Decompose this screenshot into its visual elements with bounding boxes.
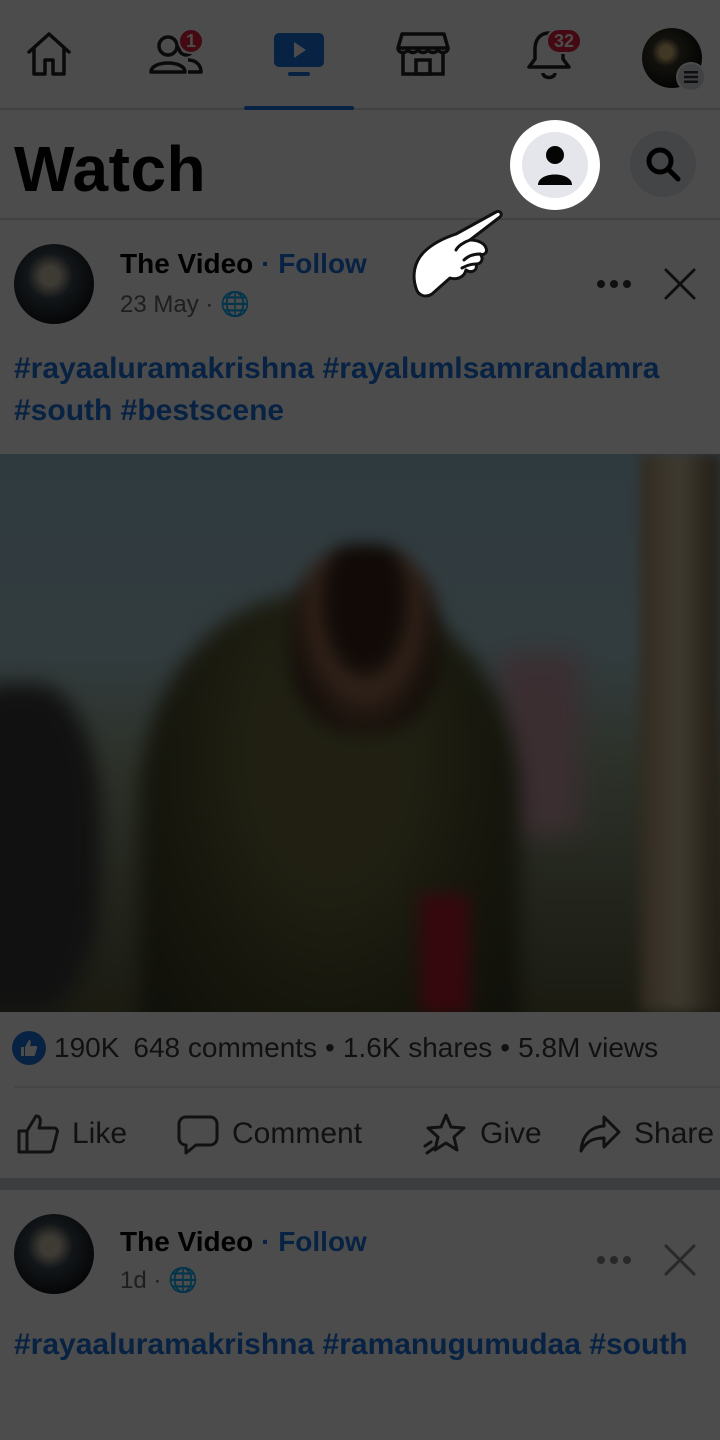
star-gift-icon [423,1113,466,1155]
close-icon [664,268,696,300]
watch-screen: 1 32 Watch The Video · Follow 23 May · 🌐… [0,0,720,1440]
close-icon [664,1244,696,1276]
author-name[interactable]: The Video [120,248,253,279]
author-line-2: The Video · Follow [120,1226,367,1258]
tab-marketplace[interactable] [368,0,478,108]
more-dots-icon [597,280,631,288]
menu-icon [676,62,706,92]
hide-post-button-2[interactable] [658,1238,702,1282]
search-button[interactable] [630,131,696,197]
share-button[interactable]: Share [578,1090,714,1178]
share-arrow-icon [579,1115,621,1153]
tab-notifications[interactable]: 32 [494,0,604,108]
like-reaction-icon [12,1031,46,1065]
post-options-button[interactable] [590,264,638,304]
person-icon [538,146,572,185]
post-options-button-2[interactable] [590,1240,638,1280]
tab-friends[interactable]: 1 [120,0,230,108]
author-line: The Video · Follow [120,248,367,280]
post-meta-2: 1d · 🌐 [120,1267,198,1294]
comment-count[interactable]: 648 comments [133,1032,317,1064]
follow-link[interactable]: Follow [278,248,367,279]
stats-divider [14,1086,720,1088]
store-icon [396,32,450,76]
like-button[interactable]: Like [16,1090,127,1178]
search-icon [646,147,681,182]
post-hashtags-2[interactable]: #rayaaluramakrishna #ramanugumudaa #sout… [14,1324,704,1366]
reaction-count[interactable]: 190K [54,1032,119,1064]
friends-badge: 1 [178,28,205,54]
give-label: Give [480,1117,542,1150]
tab-watch[interactable] [244,0,354,110]
hide-post-button[interactable] [658,262,702,306]
stats-dot-2: • [500,1032,511,1063]
profile-button-inner [522,132,588,198]
top-nav-bar: 1 32 [0,0,720,110]
video-player[interactable] [0,454,720,1012]
name-separator-2: · [261,1226,271,1257]
stats-dot-1: • [325,1032,335,1063]
post-hashtags[interactable]: #rayaaluramakrishna #rayalumlsamrandamra… [14,348,704,432]
post-stats: 190K 648 comments • 1.6K shares • 5.8M v… [0,1020,720,1076]
comment-icon [177,1115,219,1155]
watch-header: Watch [0,110,720,220]
name-separator: · [261,248,271,279]
post-meta: 23 May · 🌐 [120,291,250,318]
author-name-2[interactable]: The Video [120,1226,253,1257]
author-avatar[interactable] [14,244,94,324]
share-label: Share [634,1117,715,1150]
like-label: Like [72,1117,128,1150]
notifications-badge: 32 [546,28,583,54]
comment-label: Comment [232,1117,363,1150]
comment-button[interactable]: Comment [176,1090,362,1178]
home-icon [27,32,71,76]
author-avatar-2[interactable] [14,1214,94,1294]
menu-profile-avatar[interactable] [642,28,706,92]
more-dots-icon [597,1256,631,1264]
follow-link-2[interactable]: Follow [278,1226,367,1257]
give-button[interactable]: Give [422,1090,542,1178]
share-count[interactable]: 1.6K shares [343,1032,492,1064]
post-separator [0,1178,720,1190]
view-count: 5.8M views [518,1032,659,1063]
profile-button[interactable] [510,120,600,210]
page-title: Watch [14,133,207,205]
video-icon [274,33,324,76]
pointing-hand-icon [412,210,503,298]
thumbs-up-icon [17,1114,59,1154]
post-actions: Like Comment Give Share [0,1090,720,1178]
tab-home[interactable] [0,0,104,108]
